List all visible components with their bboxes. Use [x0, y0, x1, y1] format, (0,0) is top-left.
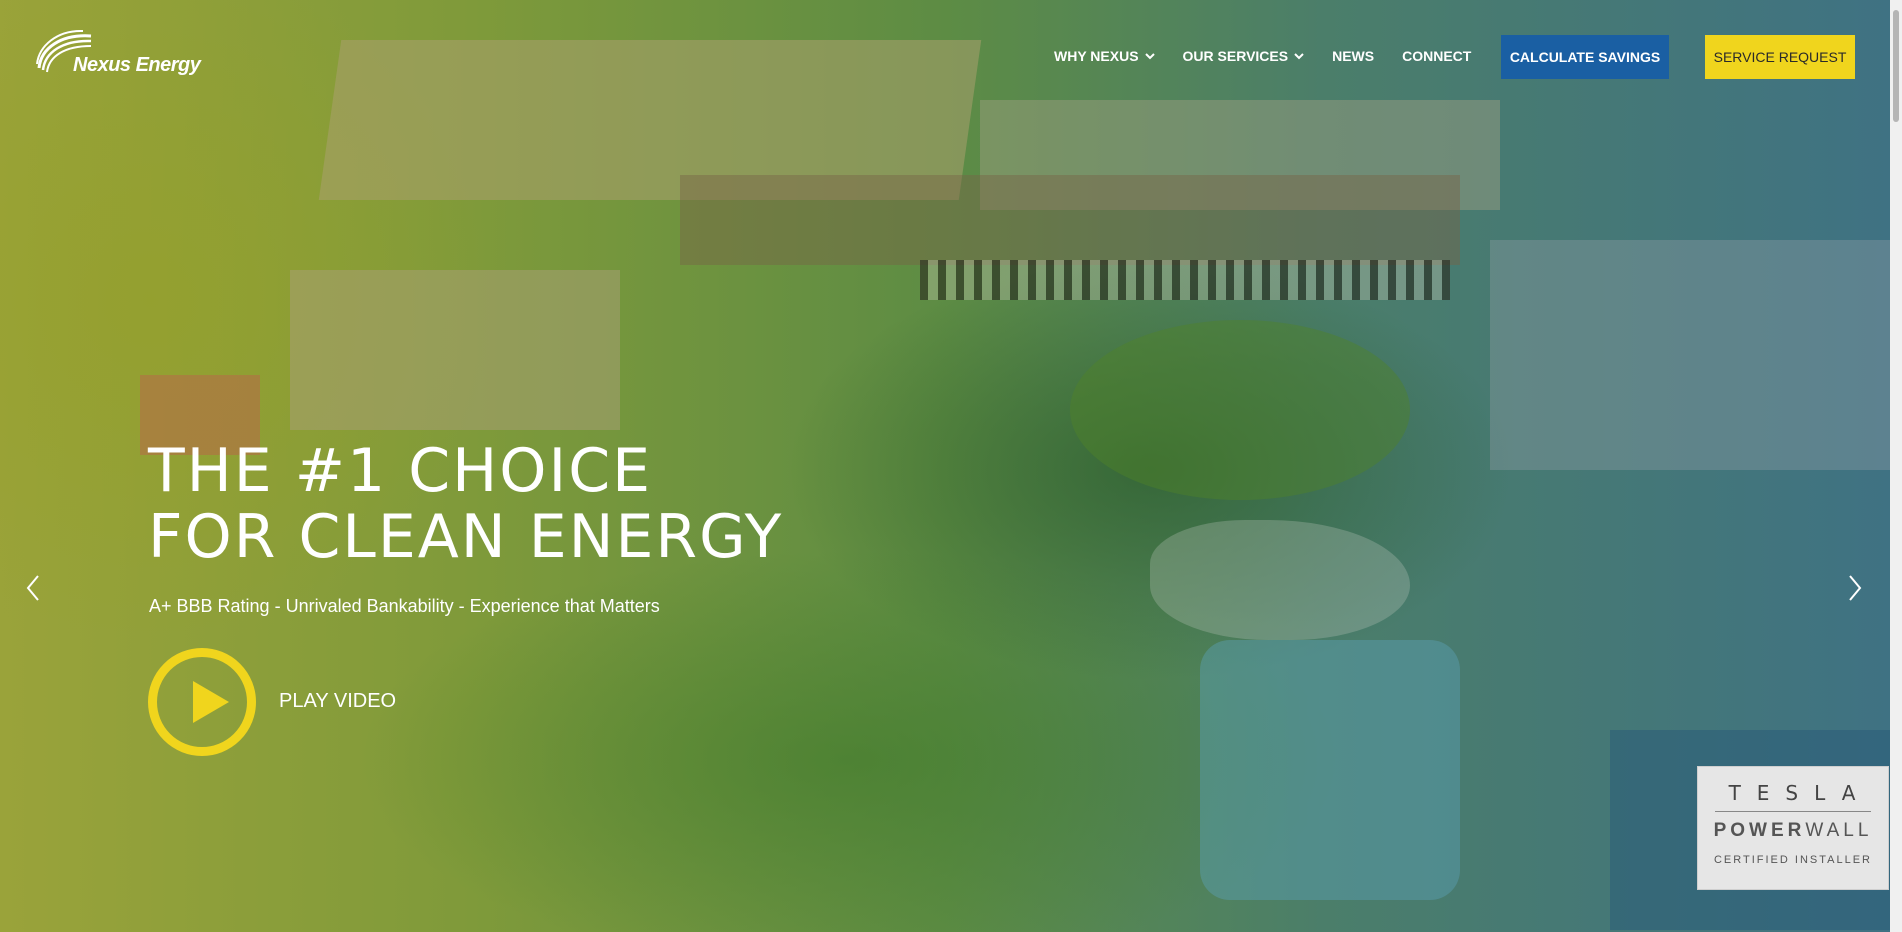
play-icon	[193, 681, 229, 723]
tesla-wordmark: TESLA	[1728, 781, 1872, 805]
main-nav: WHY NEXUS OUR SERVICES NEWS CONNECT	[1054, 48, 1499, 64]
nav-item-our-services[interactable]: OUR SERVICES	[1183, 48, 1305, 64]
chevron-down-icon	[1144, 52, 1155, 59]
chevron-down-icon	[1294, 52, 1304, 59]
slider-next-button[interactable]	[1844, 572, 1866, 604]
nav-item-label: NEWS	[1332, 48, 1375, 64]
badge-divider	[1715, 811, 1871, 812]
aerial-roof	[290, 270, 620, 430]
play-video-button[interactable]	[148, 648, 256, 756]
page-scrollbar[interactable]	[1890, 0, 1902, 932]
aerial-wall	[680, 175, 1460, 265]
aerial-pergola	[920, 260, 1450, 300]
chevron-right-icon	[1849, 575, 1862, 601]
hero-headline-line2: FOR CLEAN ENERGY	[148, 502, 784, 572]
nav-item-label: CONNECT	[1402, 48, 1472, 64]
hero-headline-line1: THE #1 CHOICE	[148, 436, 653, 506]
nav-item-why-nexus[interactable]: WHY NEXUS	[1054, 48, 1155, 64]
scrollbar-thumb[interactable]	[1893, 10, 1899, 122]
badge-product-bold: POWER	[1713, 820, 1806, 841]
badge-product: POWERWALL	[1698, 820, 1888, 842]
badge-product-light: WALL	[1805, 820, 1873, 841]
tesla-powerwall-badge: TESLA POWERWALL CERTIFIED INSTALLER	[1697, 766, 1889, 890]
aerial-path	[1150, 520, 1410, 640]
calculate-savings-button[interactable]: CALCULATE SAVINGS	[1501, 35, 1669, 79]
nav-item-connect[interactable]: CONNECT	[1402, 48, 1471, 64]
service-request-button[interactable]: SERVICE REQUEST	[1705, 35, 1855, 79]
aerial-pool	[1200, 640, 1460, 900]
hero-tagline: A+ BBB Rating - Unrivaled Bankability - …	[149, 596, 660, 616]
badge-certification: CERTIFIED INSTALLER	[1713, 854, 1872, 866]
brand-name: Nexus Energy	[73, 54, 201, 76]
play-video-label[interactable]: PLAY VIDEO	[279, 690, 396, 713]
chevron-left-icon	[26, 575, 39, 601]
slider-prev-button[interactable]	[22, 572, 44, 604]
nav-item-label: OUR SERVICES	[1182, 48, 1289, 64]
nav-item-news[interactable]: NEWS	[1332, 48, 1374, 64]
nav-item-label: WHY NEXUS	[1054, 48, 1139, 64]
aerial-roof	[1490, 240, 1890, 470]
hero-headline: THE #1 CHOICE FOR CLEAN ENERGY	[148, 438, 783, 570]
brand-logo[interactable]: Nexus Energy	[35, 28, 205, 80]
aerial-garden	[1070, 320, 1410, 500]
